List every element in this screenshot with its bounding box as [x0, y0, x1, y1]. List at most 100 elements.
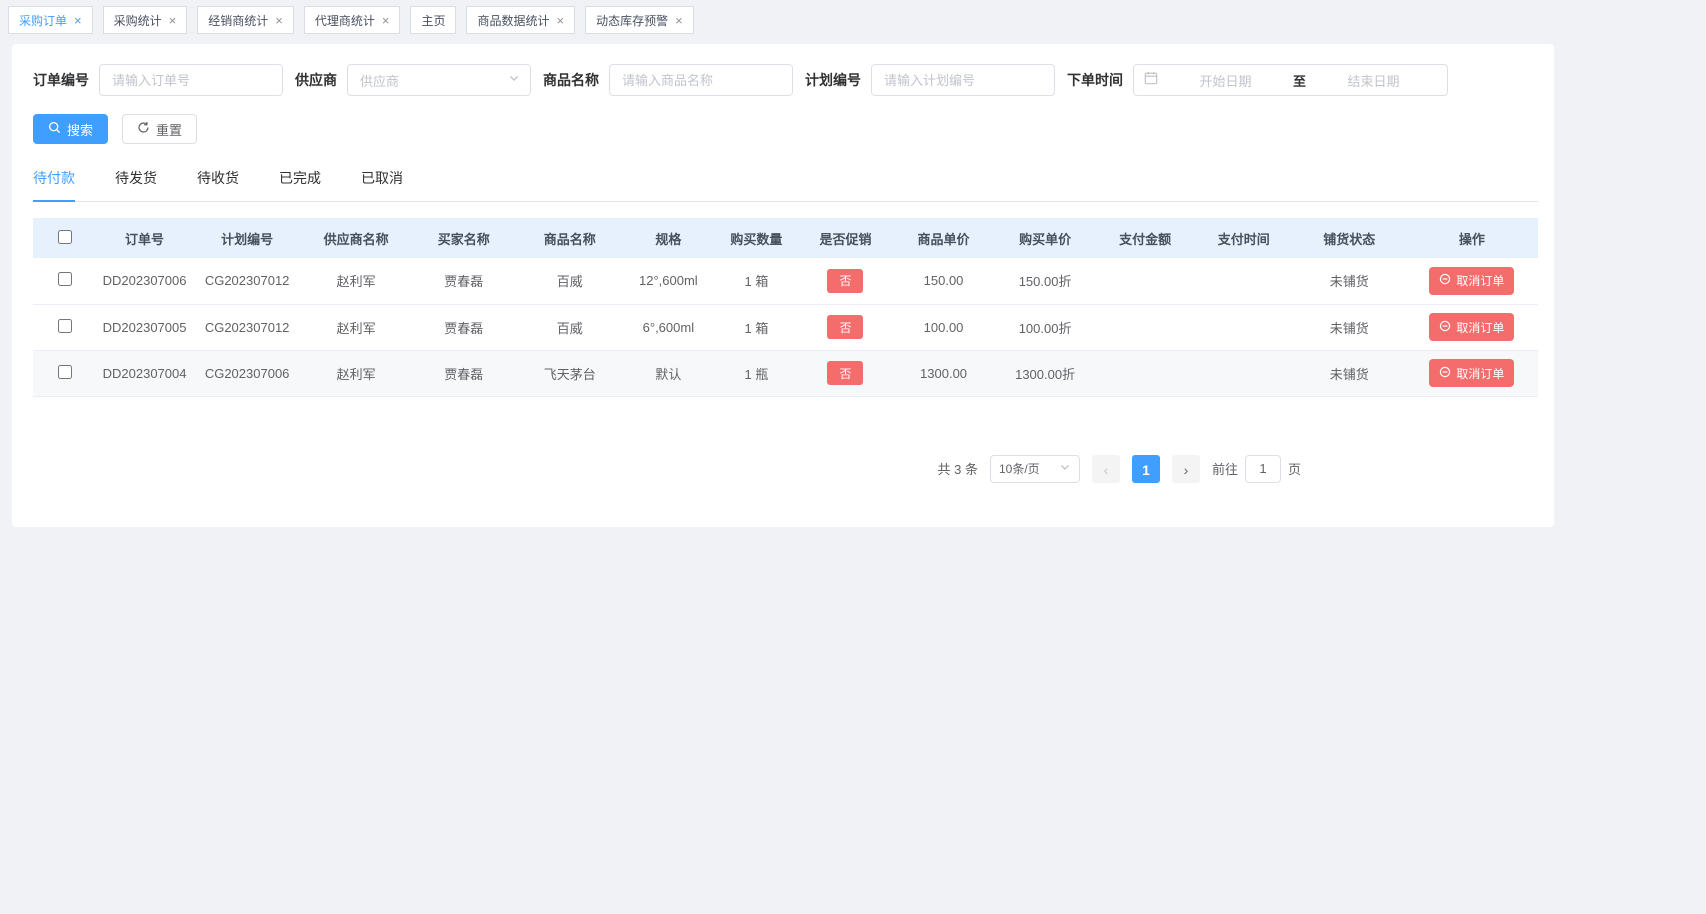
tab-dealer-stats[interactable]: 经销商统计 × [197, 6, 294, 34]
col-supplier: 供应商名称 [302, 218, 410, 258]
page-size-value: 10条/页 [999, 460, 1040, 477]
supplier-cell: 赵利军 [302, 304, 410, 350]
cancel-order-button[interactable]: 取消订单 [1429, 313, 1514, 341]
cancel-order-button[interactable]: 取消订单 [1429, 267, 1514, 295]
order-no-input[interactable] [99, 64, 283, 96]
pay-amount-cell [1096, 304, 1195, 350]
tab-agent-stats[interactable]: 代理商统计 × [304, 6, 401, 34]
close-icon[interactable]: × [382, 14, 390, 27]
row-select-checkbox[interactable] [58, 319, 72, 333]
cancel-circle-icon [1439, 320, 1451, 335]
start-date-input[interactable]: 开始日期 [1162, 71, 1289, 90]
row-select-checkbox[interactable] [58, 272, 72, 286]
product-cell: 百威 [517, 304, 622, 350]
plan-no-field: 计划编号 [805, 64, 1055, 96]
end-date-input[interactable]: 结束日期 [1310, 71, 1437, 90]
orders-table: 订单号 计划编号 供应商名称 买家名称 商品名称 规格 购买数量 是否促销 商品… [33, 218, 1538, 397]
pay-time-cell [1195, 304, 1293, 350]
tab-label: 商品数据统计 [477, 12, 549, 29]
tab-label: 采购统计 [114, 12, 162, 29]
qty-cell: 1 箱 [714, 258, 798, 304]
status-tab-cancelled[interactable]: 已取消 [361, 168, 403, 202]
status-tab-completed[interactable]: 已完成 [279, 168, 321, 202]
total-count: 共 3 条 [938, 459, 978, 478]
goto-page-group: 前往 页 [1212, 455, 1301, 483]
order-time-field: 下单时间 开始日期 至 结束日期 [1067, 64, 1448, 96]
stock-status-cell: 未铺货 [1293, 350, 1406, 396]
tab-label: 采购订单 [19, 12, 67, 29]
calendar-icon [1144, 71, 1158, 90]
close-icon[interactable]: × [556, 14, 564, 27]
col-plan-no: 计划编号 [192, 218, 302, 258]
prev-page-button[interactable]: ‹ [1092, 455, 1120, 483]
order-time-label: 下单时间 [1067, 70, 1123, 90]
search-button-label: 搜索 [67, 120, 93, 139]
search-button[interactable]: 搜索 [33, 114, 108, 144]
page-number-button[interactable]: 1 [1132, 455, 1160, 483]
close-icon[interactable]: × [169, 14, 177, 27]
product-name-input[interactable] [609, 64, 793, 96]
goto-label: 前往 [1212, 459, 1238, 478]
actions-cell: 取消订单 [1406, 258, 1538, 304]
col-buy-price: 购买单价 [995, 218, 1096, 258]
promo-cell: 否 [798, 258, 892, 304]
row-select-checkbox[interactable] [58, 365, 72, 379]
pagination: 共 3 条 10条/页 ‹ 1 › 前往 页 [33, 455, 1538, 483]
select-all-checkbox[interactable] [58, 230, 72, 244]
col-buyer: 买家名称 [410, 218, 517, 258]
supplier-field: 供应商 供应商 [295, 64, 531, 96]
table-row: DD202307006 CG202307012 赵利军 贾春磊 百威 12°,6… [33, 258, 1538, 304]
close-icon[interactable]: × [275, 14, 283, 27]
col-qty: 购买数量 [714, 218, 798, 258]
date-range-separator: 至 [1293, 71, 1306, 90]
pay-time-cell [1195, 258, 1293, 304]
tab-product-data-stats[interactable]: 商品数据统计 × [466, 6, 575, 34]
promo-badge: 否 [827, 315, 863, 339]
status-tab-pending-payment[interactable]: 待付款 [33, 168, 75, 202]
plan-no-cell: CG202307012 [192, 258, 302, 304]
search-actions: 搜索 重置 [33, 114, 1538, 144]
qty-cell: 1 箱 [714, 304, 798, 350]
product-name-label: 商品名称 [543, 70, 599, 90]
pay-amount-cell [1096, 258, 1195, 304]
search-icon [48, 121, 61, 137]
order-no-label: 订单编号 [33, 70, 89, 90]
buyer-cell: 贾春磊 [410, 304, 517, 350]
product-name-field: 商品名称 [543, 64, 793, 96]
chevron-right-icon: › [1184, 462, 1189, 478]
tab-stock-warning[interactable]: 动态库存预警 × [585, 6, 694, 34]
page-size-select[interactable]: 10条/页 [990, 455, 1080, 483]
buy-price-cell: 150.00折 [995, 258, 1096, 304]
col-pay-time: 支付时间 [1195, 218, 1293, 258]
actions-cell: 取消订单 [1406, 350, 1538, 396]
supplier-cell: 赵利军 [302, 258, 410, 304]
supplier-select[interactable]: 供应商 [347, 64, 531, 96]
status-tab-pending-shipment[interactable]: 待发货 [115, 168, 157, 202]
tab-purchase-orders[interactable]: 采购订单 × [8, 6, 93, 34]
order-date-range-picker[interactable]: 开始日期 至 结束日期 [1133, 64, 1448, 96]
tab-home[interactable]: 主页 [410, 6, 456, 34]
order-no-cell: DD202307005 [97, 304, 192, 350]
col-actions: 操作 [1406, 218, 1538, 258]
col-stock-status: 铺货状态 [1293, 218, 1406, 258]
col-pay-amount: 支付金额 [1096, 218, 1195, 258]
buyer-cell: 贾春磊 [410, 258, 517, 304]
spec-cell: 12°,600ml [622, 258, 714, 304]
spec-cell: 6°,600ml [622, 304, 714, 350]
spec-cell: 默认 [622, 350, 714, 396]
unit-price-cell: 150.00 [893, 258, 995, 304]
status-tab-pending-receipt[interactable]: 待收货 [197, 168, 239, 202]
cancel-order-button[interactable]: 取消订单 [1429, 359, 1514, 387]
pay-time-cell [1195, 350, 1293, 396]
goto-page-input[interactable] [1245, 455, 1281, 483]
plan-no-label: 计划编号 [805, 70, 861, 90]
cancel-order-label: 取消订单 [1456, 319, 1504, 336]
plan-no-input[interactable] [871, 64, 1055, 96]
table-row: DD202307005 CG202307012 赵利军 贾春磊 百威 6°,60… [33, 304, 1538, 350]
tab-purchase-stats[interactable]: 采购统计 × [103, 6, 188, 34]
table-header-row: 订单号 计划编号 供应商名称 买家名称 商品名称 规格 购买数量 是否促销 商品… [33, 218, 1538, 258]
next-page-button[interactable]: › [1172, 455, 1200, 483]
close-icon[interactable]: × [675, 14, 683, 27]
reset-button[interactable]: 重置 [122, 114, 197, 144]
close-icon[interactable]: × [74, 14, 82, 27]
